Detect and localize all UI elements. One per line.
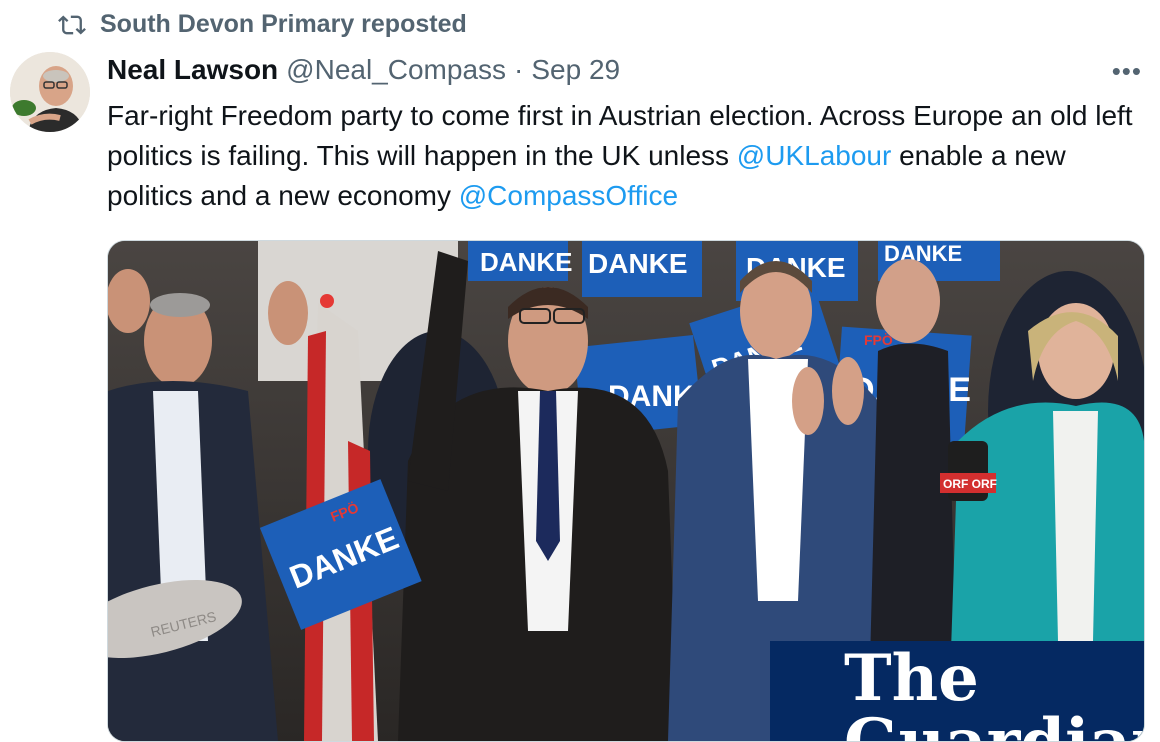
guardian-line-1: The xyxy=(844,641,979,716)
avatar-photo xyxy=(10,52,90,132)
more-options-icon[interactable]: ••• xyxy=(1112,56,1142,87)
author-handle[interactable]: @Neal_Compass xyxy=(286,54,506,86)
repost-label: South Devon Primary reposted xyxy=(100,10,467,38)
tweet-image[interactable]: DANKE DANKE DANKE DANKE DANKE DANKE FPÖ … xyxy=(107,240,1145,742)
tweet-text: Far-right Freedom party to come first in… xyxy=(107,96,1147,216)
separator-dot: · xyxy=(514,54,524,85)
repost-icon xyxy=(58,15,86,34)
tweet-date[interactable]: Sep 29 xyxy=(531,54,620,86)
sign-text-1: DANKE xyxy=(480,247,572,277)
author-name[interactable]: Neal Lawson xyxy=(107,54,278,86)
sign-text-2: DANKE xyxy=(588,248,688,279)
mention-compassoffice[interactable]: @CompassOffice xyxy=(459,180,678,211)
orf-mic-label: ORF ORF xyxy=(943,477,997,491)
avatar[interactable] xyxy=(10,52,90,132)
sign-party-1: FPÖ xyxy=(864,332,893,348)
guardian-line-2: Guardian xyxy=(844,711,1144,742)
guardian-watermark: The Guardian xyxy=(770,641,1144,742)
repost-header[interactable]: South Devon Primary reposted xyxy=(58,10,467,39)
mention-uklabour[interactable]: @UKLabour xyxy=(737,140,892,171)
tweet-header: Neal Lawson @Neal_Compass · Sep 29 xyxy=(107,54,620,86)
